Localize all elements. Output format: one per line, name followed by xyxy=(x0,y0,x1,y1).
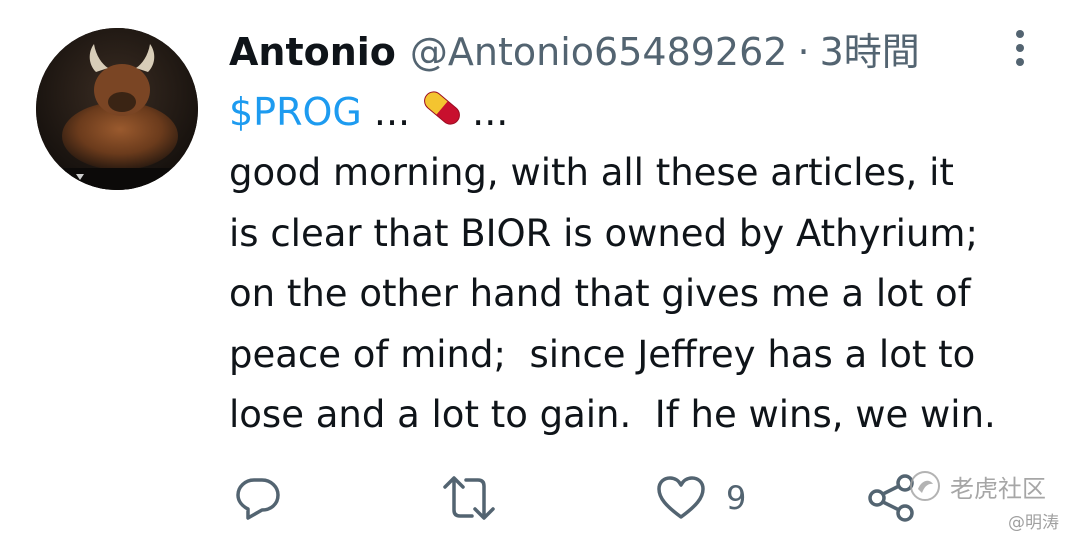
tweet-text-line: is clear that BIOR is owned by Athyrium; xyxy=(229,211,978,255)
retweet-button[interactable] xyxy=(442,470,496,526)
tweet-header: Antonio @Antonio65489262 · 3時間 xyxy=(229,26,920,78)
tweet-text-line: on the other hand that gives me a lot of xyxy=(229,272,971,315)
timestamp[interactable]: 3時間 xyxy=(820,26,920,78)
watermark-text: 老虎社区 xyxy=(950,474,1046,503)
tweet-text-line: lose and a lot to gain. If he wins, we w… xyxy=(229,393,996,436)
cashtag-link[interactable]: $PROG xyxy=(229,90,362,134)
ellipsis-text-2: ... xyxy=(472,90,509,134)
retweet-icon xyxy=(443,476,495,520)
yak-avatar-image xyxy=(36,28,198,190)
tweet-text: good morning, with all these articles, i… xyxy=(229,143,1059,446)
like-count: 9 xyxy=(726,479,747,517)
watermark-logo-icon xyxy=(910,471,940,501)
user-handle[interactable]: @Antonio65489262 xyxy=(410,26,788,78)
reply-button[interactable] xyxy=(234,470,282,526)
pill-icon xyxy=(416,82,468,143)
watermark-author: @明涛 xyxy=(1008,513,1059,533)
display-name[interactable]: Antonio xyxy=(229,26,396,78)
watermark: 老虎社区 xyxy=(908,466,1046,506)
reply-icon xyxy=(236,478,280,520)
separator-dot: · xyxy=(797,30,810,74)
heart-icon xyxy=(657,476,705,519)
tweet-text-line: peace of mind; since Jeffrey has a lot t… xyxy=(229,332,976,376)
tweet-first-line: $PROG ... ... xyxy=(229,84,508,140)
vertical-dots-icon xyxy=(1016,30,1024,66)
avatar[interactable] xyxy=(36,28,198,190)
tweet[interactable]: Antonio @Antonio65489262 · 3時間 $PROG ...… xyxy=(0,0,1080,545)
ellipsis-text: ... xyxy=(373,90,411,134)
like-button[interactable]: 9 xyxy=(656,470,746,526)
tweet-text-line: good morning, with all these articles, i… xyxy=(229,151,954,194)
more-options-button[interactable] xyxy=(1004,28,1036,68)
